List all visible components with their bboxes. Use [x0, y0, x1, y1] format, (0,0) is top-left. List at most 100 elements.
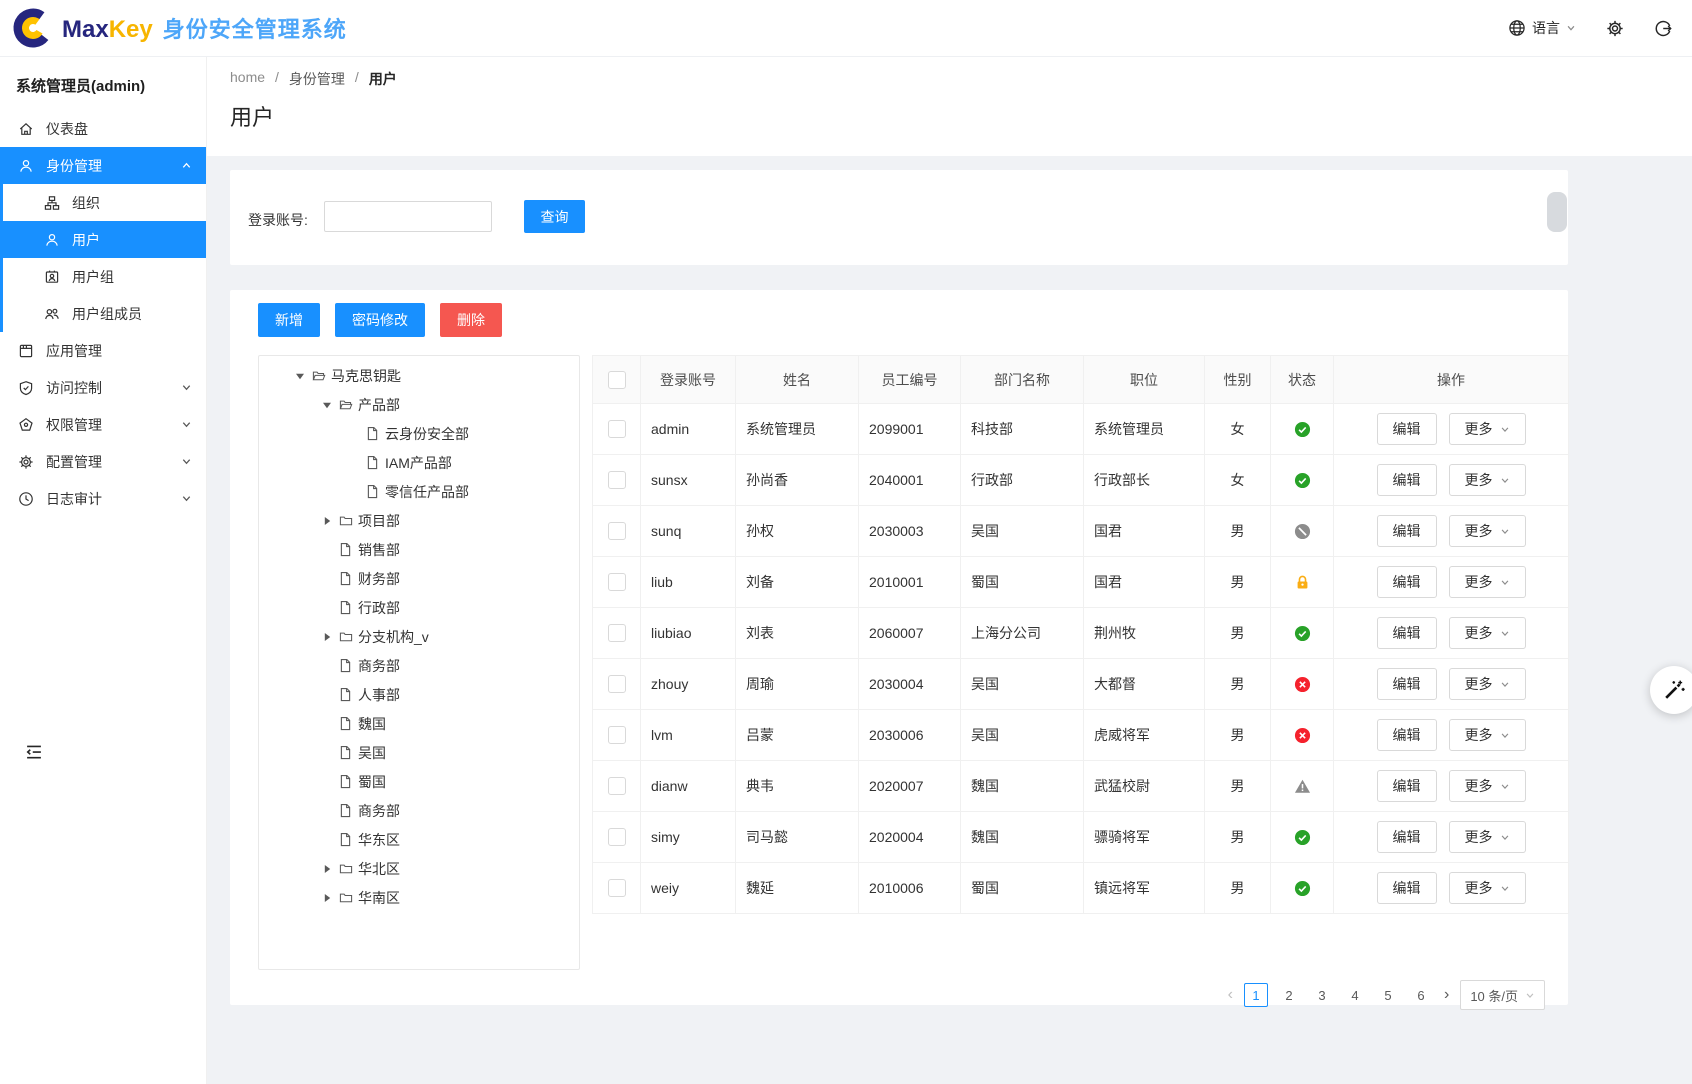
- tree-node[interactable]: 分支机构_v: [259, 622, 579, 651]
- sidebar-item-config-management[interactable]: 配置管理: [0, 443, 206, 480]
- more-button[interactable]: 更多: [1449, 515, 1526, 547]
- caret-right-icon[interactable]: [316, 632, 338, 642]
- breadcrumb-home[interactable]: home: [230, 69, 265, 89]
- more-button[interactable]: 更多: [1449, 719, 1526, 751]
- row-checkbox[interactable]: [608, 624, 626, 642]
- page-button-3[interactable]: 3: [1310, 983, 1334, 1007]
- tree-node[interactable]: 行政部: [259, 593, 579, 622]
- sidebar-item-access-control[interactable]: 访问控制: [0, 369, 206, 406]
- sidebar-collapse-button[interactable]: [24, 742, 44, 762]
- more-button[interactable]: 更多: [1449, 617, 1526, 649]
- file-icon: [365, 426, 385, 441]
- sidebar-item-log-audit[interactable]: 日志审计: [0, 480, 206, 517]
- edit-button[interactable]: 编辑: [1377, 566, 1437, 598]
- tree-node[interactable]: 华北区: [259, 854, 579, 883]
- more-button[interactable]: 更多: [1449, 872, 1526, 904]
- scrollbar-thumb[interactable]: [1547, 192, 1567, 232]
- column-header: 操作: [1334, 356, 1569, 404]
- language-menu[interactable]: 语言: [1508, 18, 1576, 38]
- tree-node[interactable]: 魏国: [259, 709, 579, 738]
- row-checkbox[interactable]: [608, 675, 626, 693]
- login-cell: weiy: [641, 863, 736, 914]
- row-checkbox[interactable]: [608, 879, 626, 897]
- tree-node[interactable]: 产品部: [259, 390, 579, 419]
- change-password-button[interactable]: 密码修改: [335, 303, 425, 337]
- delete-button[interactable]: 删除: [440, 303, 502, 337]
- page-button-5[interactable]: 5: [1376, 983, 1400, 1007]
- sidebar-item-user-group-members[interactable]: 用户组成员: [3, 295, 206, 332]
- employee-no-cell: 2010001: [859, 557, 961, 608]
- tree-node[interactable]: 销售部: [259, 535, 579, 564]
- tree-node[interactable]: 华东区: [259, 825, 579, 854]
- edit-button[interactable]: 编辑: [1377, 617, 1437, 649]
- caret-right-icon[interactable]: [316, 893, 338, 903]
- more-button[interactable]: 更多: [1449, 413, 1526, 445]
- tree-node[interactable]: 马克思钥匙: [259, 361, 579, 390]
- edit-button[interactable]: 编辑: [1377, 464, 1437, 496]
- tree-node[interactable]: 华南区: [259, 883, 579, 912]
- settings-button[interactable]: [1606, 19, 1624, 37]
- edit-button[interactable]: 编辑: [1377, 719, 1437, 751]
- login-account-input[interactable]: [324, 201, 492, 232]
- logout-button[interactable]: [1654, 19, 1672, 37]
- caret-right-icon[interactable]: [316, 864, 338, 874]
- prev-page-button[interactable]: ‹: [1226, 986, 1235, 1004]
- row-checkbox[interactable]: [608, 522, 626, 540]
- status-cell: [1271, 404, 1334, 455]
- edit-button[interactable]: 编辑: [1377, 413, 1437, 445]
- caret-down-icon[interactable]: [289, 371, 311, 381]
- sidebar-item-organizations[interactable]: 组织: [3, 184, 206, 221]
- sidebar-item-identity-management[interactable]: 身份管理: [0, 147, 206, 184]
- sidebar-item-app-management[interactable]: 应用管理: [0, 332, 206, 369]
- edit-button[interactable]: 编辑: [1377, 668, 1437, 700]
- table-row: liubiao刘表2060007上海分公司荆州牧男编辑更多: [593, 608, 1569, 659]
- tree-node[interactable]: 零信任产品部: [259, 477, 579, 506]
- floating-wand-button[interactable]: [1650, 666, 1692, 714]
- row-checkbox[interactable]: [608, 420, 626, 438]
- tree-node[interactable]: IAM产品部: [259, 448, 579, 477]
- tree-node[interactable]: 吴国: [259, 738, 579, 767]
- next-page-button[interactable]: ›: [1442, 986, 1451, 1004]
- tree-node[interactable]: 商务部: [259, 796, 579, 825]
- more-button[interactable]: 更多: [1449, 821, 1526, 853]
- sidebar-item-label: 用户: [72, 230, 192, 250]
- breadcrumb-identity[interactable]: 身份管理: [289, 69, 345, 89]
- brand-title: MaxKey 身份安全管理系统: [62, 12, 347, 44]
- more-button[interactable]: 更多: [1449, 668, 1526, 700]
- actions-cell: 编辑更多: [1334, 557, 1569, 608]
- page-button-2[interactable]: 2: [1277, 983, 1301, 1007]
- page-size-select[interactable]: 10 条/页: [1460, 980, 1545, 1010]
- tree-node[interactable]: 蜀国: [259, 767, 579, 796]
- tree-node[interactable]: 云身份安全部: [259, 419, 579, 448]
- page-button-1[interactable]: 1: [1244, 983, 1268, 1007]
- sidebar-item-users[interactable]: 用户: [3, 221, 206, 258]
- more-button[interactable]: 更多: [1449, 566, 1526, 598]
- sidebar-item-dashboard[interactable]: 仪表盘: [0, 110, 206, 147]
- more-button[interactable]: 更多: [1449, 464, 1526, 496]
- add-button[interactable]: 新增: [258, 303, 320, 337]
- query-button[interactable]: 查询: [524, 200, 585, 233]
- row-checkbox[interactable]: [608, 471, 626, 489]
- tree-node[interactable]: 项目部: [259, 506, 579, 535]
- edit-button[interactable]: 编辑: [1377, 515, 1437, 547]
- tree-node[interactable]: 财务部: [259, 564, 579, 593]
- edit-button[interactable]: 编辑: [1377, 770, 1437, 802]
- tree-node[interactable]: 商务部: [259, 651, 579, 680]
- caret-right-icon[interactable]: [316, 516, 338, 526]
- row-checkbox[interactable]: [608, 828, 626, 846]
- select-all-checkbox[interactable]: [608, 371, 626, 389]
- actions-cell: 编辑更多: [1334, 608, 1569, 659]
- row-checkbox[interactable]: [608, 573, 626, 591]
- row-checkbox[interactable]: [608, 777, 626, 795]
- employee-no-cell: 2020004: [859, 812, 961, 863]
- sidebar-item-user-groups[interactable]: 用户组: [3, 258, 206, 295]
- tree-node[interactable]: 人事部: [259, 680, 579, 709]
- edit-button[interactable]: 编辑: [1377, 872, 1437, 904]
- page-button-4[interactable]: 4: [1343, 983, 1367, 1007]
- page-button-6[interactable]: 6: [1409, 983, 1433, 1007]
- sidebar-item-permission-management[interactable]: 权限管理: [0, 406, 206, 443]
- more-button[interactable]: 更多: [1449, 770, 1526, 802]
- edit-button[interactable]: 编辑: [1377, 821, 1437, 853]
- caret-down-icon[interactable]: [316, 400, 338, 410]
- row-checkbox[interactable]: [608, 726, 626, 744]
